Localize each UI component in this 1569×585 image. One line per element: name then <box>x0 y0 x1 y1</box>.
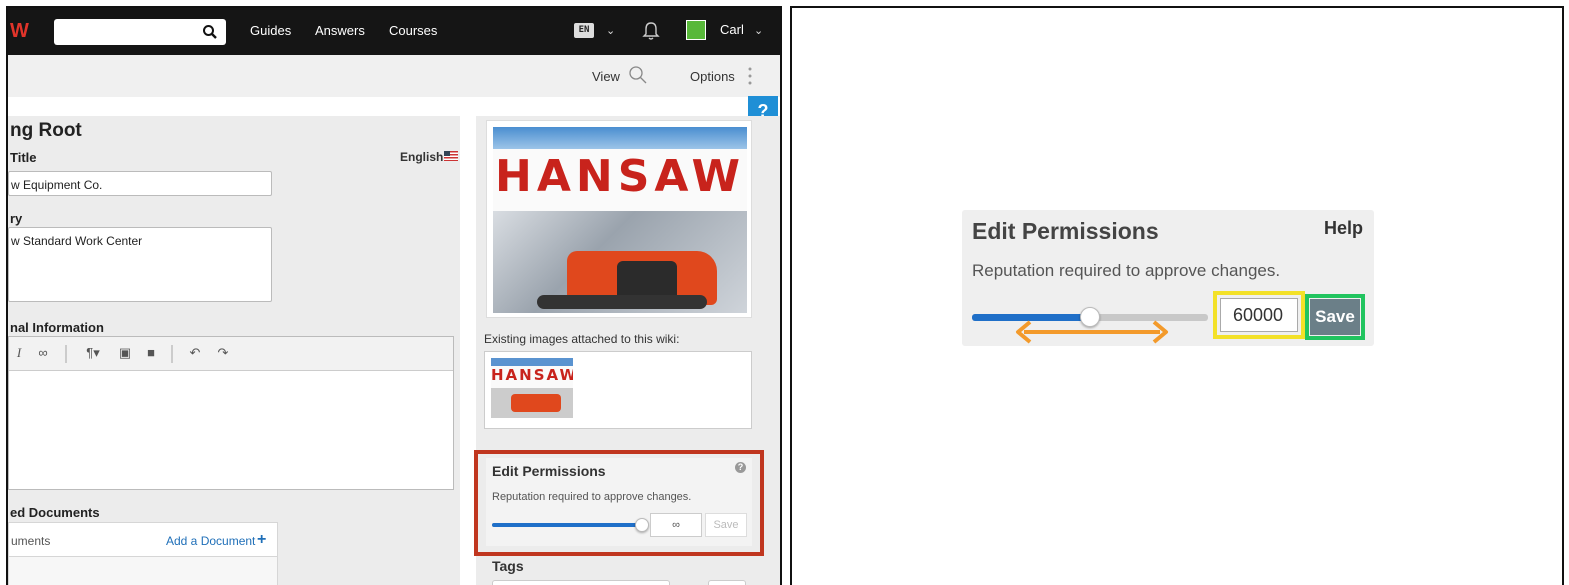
top-nav-bar: W Guides Answers Courses EN ⌄ Carl ⌄ <box>8 8 780 55</box>
main-image-card[interactable]: HANSAW <box>486 120 752 318</box>
add-document-link[interactable]: Add a Document <box>166 534 255 548</box>
image-thumbnail[interactable]: HANSAW <box>491 358 573 418</box>
nav-link-answers[interactable]: Answers <box>315 23 365 38</box>
documents-header: uments Add a Document + <box>9 523 277 557</box>
attached-images-box: HANSAW <box>484 351 752 429</box>
editor-toolbar: I ∞ ¶▾ ▣ ■ ↶ ↷ <box>9 337 453 371</box>
information-label: nal Information <box>10 320 104 335</box>
highlight-box-red <box>474 450 764 556</box>
video-icon[interactable]: ■ <box>143 345 159 361</box>
summary-label: ry <box>10 211 23 226</box>
reputation-input[interactable]: 60000 <box>1220 298 1298 332</box>
nav-link-courses[interactable]: Courses <box>389 23 437 38</box>
view-button[interactable]: View <box>592 69 620 84</box>
paragraph-format-icon[interactable]: ¶▾ <box>81 345 105 361</box>
rich-text-editor[interactable]: I ∞ ¶▾ ▣ ■ ↶ ↷ <box>8 336 454 490</box>
search-icon[interactable] <box>202 24 218 40</box>
edit-permissions-description: Reputation required to approve changes. <box>972 261 1281 280</box>
bell-icon[interactable] <box>642 21 660 41</box>
images-caption: Existing images attached to this wiki: <box>484 332 680 346</box>
documents-box: uments Add a Document + <box>8 522 278 585</box>
page-toolbar: View Options <box>8 55 780 97</box>
user-name[interactable]: Carl <box>720 22 744 37</box>
plus-icon[interactable]: + <box>257 531 266 549</box>
tags-input[interactable] <box>492 580 670 585</box>
nav-link-guides[interactable]: Guides <box>250 23 291 38</box>
edit-permissions-title: Edit Permissions <box>972 218 1159 244</box>
title-input[interactable]: w Equipment Co. <box>8 171 272 196</box>
toolbar-divider <box>65 345 67 363</box>
title-label: Title <box>10 150 37 165</box>
documents-label: ed Documents <box>10 505 100 520</box>
main-image: HANSAW <box>493 127 747 313</box>
save-button[interactable]: Save <box>1310 299 1360 335</box>
link-icon[interactable]: ∞ <box>35 345 51 361</box>
summary-textarea[interactable]: w Standard Work Center <box>8 227 272 302</box>
double-arrow-icon <box>1016 320 1168 344</box>
options-button[interactable]: Options <box>690 69 735 84</box>
tags-add-button[interactable] <box>708 580 746 585</box>
kebab-menu-icon[interactable] <box>748 67 752 85</box>
chevron-down-icon[interactable]: ⌄ <box>754 24 763 37</box>
us-flag-icon <box>444 151 458 161</box>
undo-icon[interactable]: ↶ <box>187 345 203 361</box>
image-icon[interactable]: ▣ <box>117 345 133 361</box>
language-selector[interactable]: EN <box>574 23 594 38</box>
left-screenshot-panel: W Guides Answers Courses EN ⌄ Carl ⌄ Vie… <box>6 6 782 585</box>
tags-label: Tags <box>492 558 524 574</box>
image-brand-text: HANSAW <box>495 151 745 202</box>
logo[interactable]: W <box>10 20 30 43</box>
page-title: ng Root <box>10 120 82 141</box>
zoomed-detail-panel: Edit Permissions Help Reputation require… <box>790 6 1564 585</box>
toolbar-divider <box>171 345 173 363</box>
italic-icon[interactable]: I <box>11 345 27 361</box>
help-link[interactable]: Help <box>1324 218 1363 239</box>
avatar[interactable] <box>686 20 706 40</box>
documents-header-label: uments <box>11 534 51 548</box>
magnifier-icon[interactable] <box>628 65 648 85</box>
language-label: English <box>400 150 444 164</box>
thumbnail-brand-text: HANSAW <box>491 366 573 384</box>
search-input[interactable] <box>54 19 226 45</box>
chevron-down-icon[interactable]: ⌄ <box>606 24 615 37</box>
redo-icon[interactable]: ↷ <box>215 345 231 361</box>
